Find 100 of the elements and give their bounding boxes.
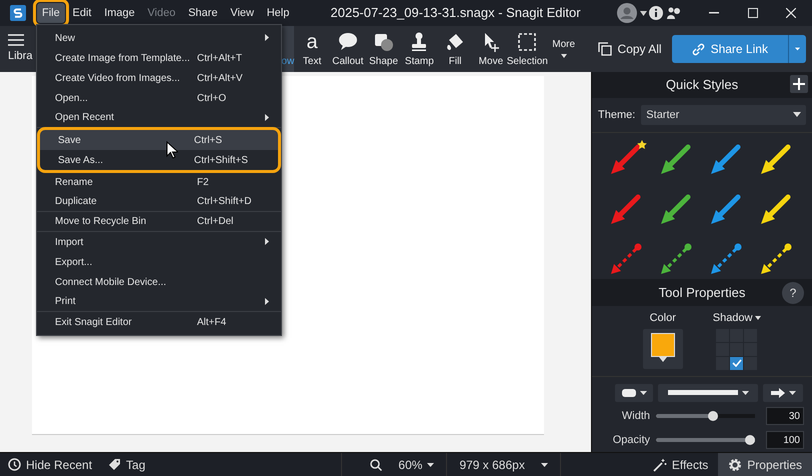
caret-icon (640, 10, 646, 16)
tool-button[interactable]: Shape (366, 26, 402, 72)
shadow-cell[interactable] (730, 356, 744, 370)
shadow-cell[interactable] (716, 356, 730, 370)
shadow-cell[interactable] (744, 342, 758, 356)
text-tool-icon: a (306, 32, 318, 52)
add-style-button[interactable] (790, 75, 808, 93)
help-button[interactable]: ? (782, 282, 804, 304)
menu-item[interactable]: Image (99, 2, 140, 24)
panel-title: Tool Properties (658, 284, 746, 302)
zoom-dropdown[interactable]: 60% (341, 453, 446, 476)
slider-thumb[interactable] (708, 411, 718, 422)
color-picker-button[interactable] (642, 328, 683, 369)
arrow-style[interactable] (711, 194, 740, 224)
menu-item[interactable]: Print (37, 292, 281, 312)
menu-item[interactable]: Export... (37, 252, 281, 272)
submenu-arrow-icon (265, 34, 269, 42)
history-icon (8, 458, 21, 471)
arrow-style[interactable] (661, 144, 690, 174)
line-cap-icon (622, 388, 636, 397)
menu-item[interactable]: Help (262, 2, 294, 24)
tool-button[interactable]: Callout (330, 26, 366, 72)
menu-item[interactable]: View (225, 2, 259, 24)
arrow-style[interactable] (711, 144, 740, 174)
theme-dropdown[interactable]: Starter (641, 104, 806, 125)
caret-icon (793, 112, 801, 118)
library-label[interactable]: Libra (8, 48, 32, 64)
shadow-label[interactable]: Shadow (712, 310, 752, 327)
arrow-style[interactable] (761, 144, 790, 174)
magic-wand-icon (652, 458, 667, 472)
menu-item[interactable]: Save Ctrl+S (40, 130, 278, 150)
menu-icon[interactable] (8, 34, 24, 46)
dashed-arrow-style[interactable] (711, 244, 742, 274)
selection-tool-icon (517, 32, 538, 52)
cursor-icon (166, 141, 178, 159)
copy-all-button[interactable]: Copy All (592, 35, 668, 63)
caret-icon (755, 316, 762, 320)
share-link-button[interactable]: Share Link (672, 35, 788, 63)
shadow-cell[interactable] (744, 356, 758, 370)
info-icon[interactable] (649, 6, 664, 20)
menu-item[interactable]: Import (37, 232, 281, 252)
value-field[interactable]: 30 (766, 407, 804, 426)
slider-thumb[interactable] (745, 435, 755, 446)
gear-icon (728, 458, 742, 472)
theme-label: Theme: (598, 108, 636, 123)
line-cap-dropdown[interactable] (615, 384, 653, 402)
plus-icon (793, 78, 805, 90)
tool-button[interactable]: Selection (508, 26, 546, 72)
caret-icon (742, 390, 748, 395)
arrow-end-dropdown[interactable] (763, 384, 803, 402)
arrow-style[interactable] (611, 140, 647, 174)
panel-title: Quick Styles (666, 76, 738, 94)
close-icon[interactable] (786, 8, 796, 18)
shape-tool-icon (374, 32, 394, 52)
copy-icon (598, 42, 612, 56)
caret-icon (640, 390, 646, 395)
menu-item[interactable]: Open Recent (37, 108, 281, 128)
caret-icon (560, 54, 567, 58)
panel-tab[interactable]: Effects (642, 453, 718, 476)
size-dropdown[interactable]: 979 x 686px (446, 453, 560, 476)
app-logo-icon (10, 5, 26, 21)
menu-item[interactable]: Rename F2 (37, 172, 281, 192)
caret-icon (788, 390, 796, 395)
menu-item[interactable]: Duplicate Ctrl+Shift+D (37, 192, 281, 212)
menu-item[interactable]: Connect Mobile Device... (37, 272, 281, 292)
tag-button[interactable]: Tag (100, 453, 154, 476)
submenu-arrow-icon (265, 298, 269, 305)
check-icon (732, 359, 742, 368)
tool-button[interactable]: Fill (437, 26, 474, 72)
search-icon (370, 458, 382, 470)
menu-item[interactable]: Move to Recycle Bin Ctrl+Del (37, 212, 281, 232)
arrow-style[interactable] (661, 194, 690, 224)
dashed-arrow-style[interactable] (761, 244, 792, 274)
slider-label: Width (620, 409, 650, 424)
submenu-arrow-icon (265, 238, 269, 246)
line-style-dropdown[interactable] (658, 384, 758, 402)
dashed-arrow-style[interactable] (661, 244, 692, 274)
caret-icon (540, 462, 548, 466)
menu-item[interactable]: Open... Ctrl+O (37, 88, 281, 108)
fill-tool-icon (445, 32, 466, 52)
caret-icon (427, 462, 434, 466)
hide-recent-button[interactable]: Hide Recent (0, 453, 100, 476)
menu-item[interactable]: Edit (67, 2, 96, 24)
tool-button[interactable]: a Text (294, 26, 330, 72)
menu-item[interactable]: Save As... Ctrl+Shift+S (40, 150, 278, 170)
shadow-cell[interactable] (730, 342, 744, 356)
people-icon[interactable] (666, 6, 682, 20)
menu-item[interactable]: File (37, 2, 65, 24)
value-field[interactable]: 100 (766, 431, 804, 450)
panel-tab[interactable]: Properties (718, 453, 812, 476)
maximize-icon[interactable] (748, 8, 758, 18)
menu-item[interactable]: Share (183, 2, 223, 24)
tool-button[interactable]: Stamp (401, 26, 438, 72)
minimize-icon[interactable] (708, 12, 719, 14)
arrow-end-icon (770, 388, 784, 398)
arrow-style[interactable] (761, 194, 790, 224)
tag-icon (108, 458, 122, 471)
shadow-cell[interactable] (716, 342, 730, 356)
slider-label: Opacity (612, 432, 650, 448)
menu-item[interactable]: Exit Snagit Editor Alt+F4 (37, 312, 281, 332)
